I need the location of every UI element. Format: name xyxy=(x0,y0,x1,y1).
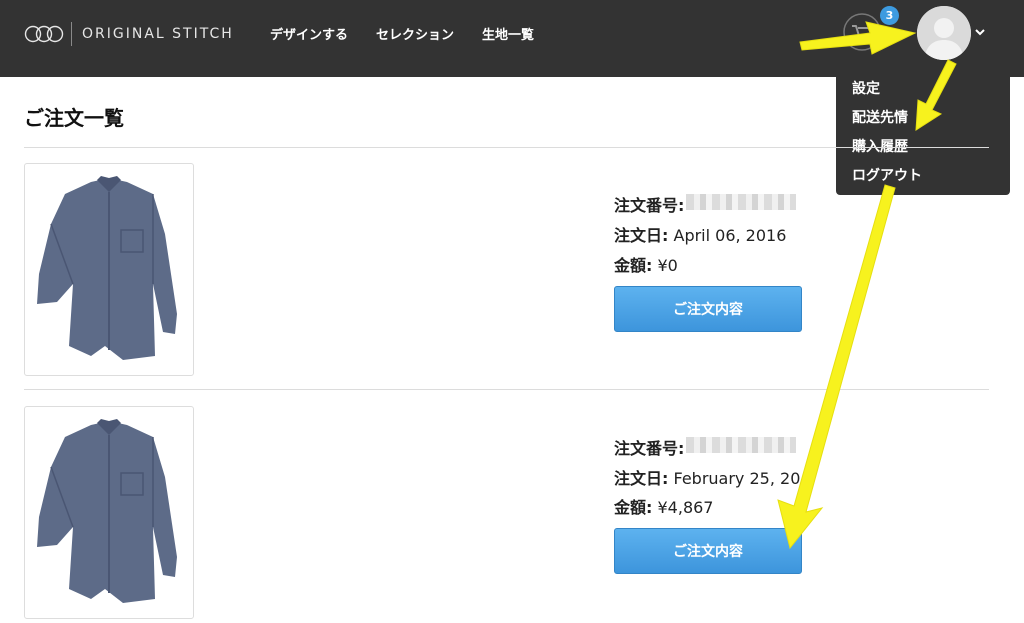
menu-item-purchase-history[interactable]: 購入履歴 xyxy=(852,136,908,156)
order-number-redacted xyxy=(686,194,796,210)
order-amount-value: ¥4,867 xyxy=(652,498,714,517)
nav-selection[interactable]: セレクション xyxy=(376,24,454,43)
cart-icon[interactable] xyxy=(842,12,882,52)
avatar[interactable] xyxy=(917,6,971,60)
menu-item-shipping[interactable]: 配送先情 xyxy=(852,107,908,127)
order-amount-label: 金額: xyxy=(614,498,653,517)
order-number-redacted xyxy=(686,437,796,453)
logo-divider xyxy=(71,22,72,46)
order-number-line: 注文番号: xyxy=(614,435,684,459)
top-navigation-bar: ORIGINAL STITCH デザインする セレクション 生地一覧 3 xyxy=(0,0,1024,77)
order-amount-line: 金額: ¥0 xyxy=(614,252,678,276)
nav-fabric-list[interactable]: 生地一覧 xyxy=(482,24,534,43)
order-date-value: February 25, 20 xyxy=(668,469,801,488)
brand-logo[interactable]: ORIGINAL STITCH xyxy=(24,22,234,46)
cart-count-badge: 3 xyxy=(880,6,899,25)
order-thumbnail[interactable] xyxy=(24,163,194,376)
divider xyxy=(24,389,989,390)
account-dropdown-menu: 設定 配送先情 購入履歴 ログアウト xyxy=(836,70,1010,195)
order-details-button[interactable]: ご注文内容 xyxy=(614,528,802,574)
brand-name: ORIGINAL STITCH xyxy=(82,26,234,42)
order-date-label: 注文日: xyxy=(614,469,669,488)
avatar-icon xyxy=(917,6,971,60)
order-details-button[interactable]: ご注文内容 xyxy=(614,286,802,332)
logo-mark-icon xyxy=(24,25,64,43)
shirt-icon xyxy=(37,176,177,360)
nav-design[interactable]: デザインする xyxy=(270,24,348,43)
shirt-icon xyxy=(37,419,177,603)
annotation-arrow-to-details-button xyxy=(777,184,896,550)
order-date-value: April 06, 2016 xyxy=(668,226,787,245)
order-date-line: 注文日: February 25, 20 xyxy=(614,465,800,489)
order-amount-label: 金額: xyxy=(614,256,653,275)
order-thumbnail[interactable] xyxy=(24,406,194,619)
divider xyxy=(24,147,989,148)
order-number-label: 注文番号: xyxy=(614,439,685,458)
menu-item-settings[interactable]: 設定 xyxy=(852,78,880,98)
order-amount-value: ¥0 xyxy=(652,256,678,275)
chevron-down-icon[interactable] xyxy=(974,26,986,38)
menu-item-logout[interactable]: ログアウト xyxy=(852,165,922,185)
order-amount-line: 金額: ¥4,867 xyxy=(614,494,713,518)
order-number-label: 注文番号: xyxy=(614,196,685,215)
page-title: ご注文一覧 xyxy=(24,106,124,130)
order-date-line: 注文日: April 06, 2016 xyxy=(614,222,786,246)
order-number-line: 注文番号: xyxy=(614,192,684,216)
order-date-label: 注文日: xyxy=(614,226,669,245)
